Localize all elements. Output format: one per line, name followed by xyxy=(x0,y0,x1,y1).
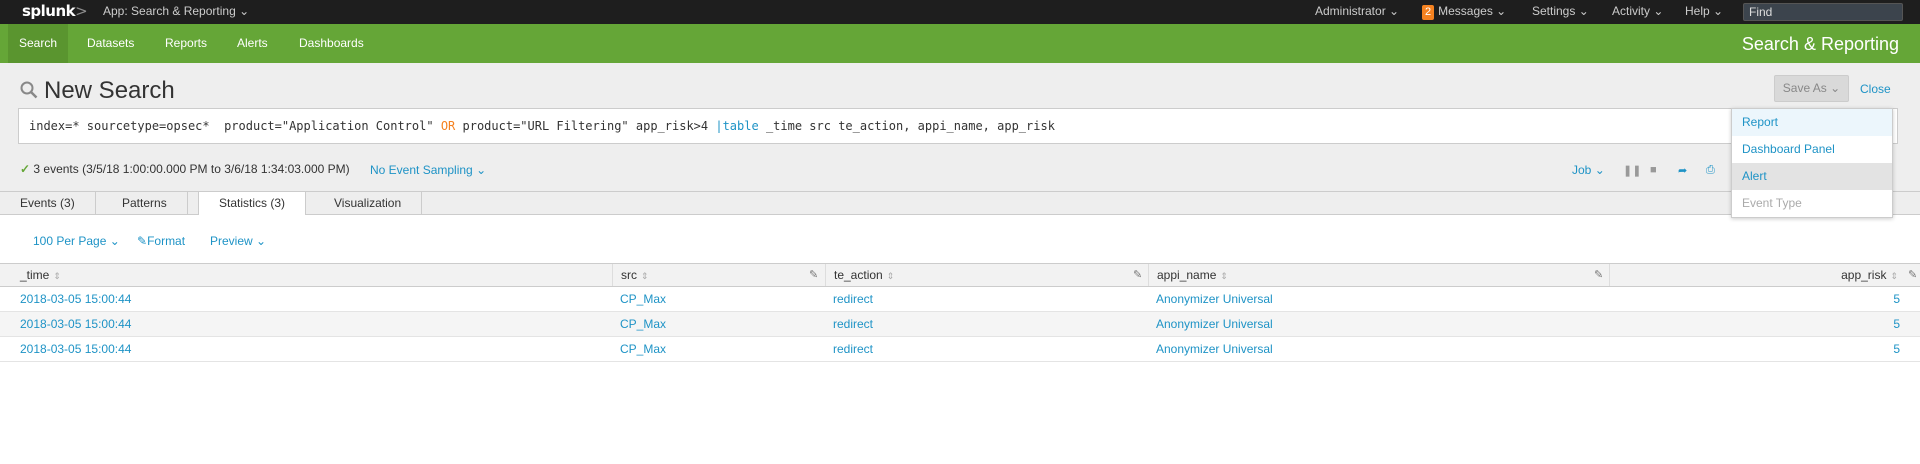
tab-events[interactable]: Events (3) xyxy=(0,192,96,215)
preview-dropdown[interactable]: Preview ⌄ xyxy=(210,234,266,248)
save-as-report[interactable]: Report xyxy=(1732,109,1892,136)
cell-time[interactable]: 2018-03-05 15:00:44 xyxy=(20,287,131,311)
tab-statistics[interactable]: Statistics (3) xyxy=(198,192,307,216)
sort-icon[interactable]: ⇕ xyxy=(887,271,895,281)
job-menu[interactable]: Job ⌄ xyxy=(1572,163,1605,177)
help-menu[interactable]: Help ⌄ xyxy=(1685,4,1723,18)
sort-icon[interactable]: ⇕ xyxy=(1220,271,1228,281)
edit-column-icon[interactable]: ✎ xyxy=(809,264,818,286)
messages-menu[interactable]: 2 Messages ⌄ xyxy=(1422,4,1506,20)
cell-src[interactable]: CP_Max xyxy=(620,287,666,311)
close-button[interactable]: Close xyxy=(1860,82,1891,96)
format-button[interactable]: ✎Format xyxy=(137,234,185,248)
edit-column-icon[interactable]: ✎ xyxy=(1594,264,1603,286)
check-icon: ✓ xyxy=(20,162,31,176)
cell-time[interactable]: 2018-03-05 15:00:44 xyxy=(20,312,131,336)
search-query-input[interactable]: index=* sourcetype=opsec* product="Appli… xyxy=(18,108,1898,144)
app-nav-bar: Search Datasets Reports Alerts Dashboard… xyxy=(0,24,1920,63)
column-header-appi-name[interactable]: appi_name ⇕ ✎ xyxy=(1148,264,1609,286)
cell-appi-name[interactable]: Anonymizer Universal xyxy=(1156,312,1273,336)
nav-reports[interactable]: Reports xyxy=(154,24,218,63)
cell-time[interactable]: 2018-03-05 15:00:44 xyxy=(20,337,131,361)
chevron-down-icon: ⌄ xyxy=(1830,81,1841,95)
cell-app-risk[interactable]: 5 xyxy=(1890,312,1900,336)
search-icon xyxy=(20,81,38,99)
chevron-down-icon: ⌄ xyxy=(109,234,120,248)
settings-menu[interactable]: Settings ⌄ xyxy=(1532,4,1589,18)
page-title-text: New Search xyxy=(44,77,175,104)
tab-patterns[interactable]: Patterns xyxy=(102,192,188,215)
messages-count-badge: 2 xyxy=(1422,5,1435,20)
cell-te-action[interactable]: redirect xyxy=(833,287,873,311)
app-menu[interactable]: App: Search & Reporting ⌄ xyxy=(103,4,249,18)
sort-icon[interactable]: ⇕ xyxy=(53,271,61,281)
column-header-src[interactable]: src ⇕ ✎ xyxy=(612,264,825,286)
tab-visualization[interactable]: Visualization xyxy=(314,192,423,215)
page-title: New Search xyxy=(20,77,175,105)
save-as-button[interactable]: Save As ⌄ xyxy=(1774,75,1849,102)
nav-datasets[interactable]: Datasets xyxy=(76,24,145,63)
results-controls: 100 Per Page ⌄ ✎Format Preview ⌄ xyxy=(0,215,1920,263)
chevron-down-icon: ⌄ xyxy=(1653,4,1664,18)
stop-icon[interactable]: ■ xyxy=(1650,164,1657,176)
print-icon[interactable]: ⎙ xyxy=(1706,164,1715,177)
find-input[interactable]: Find xyxy=(1743,3,1903,21)
cell-appi-name[interactable]: Anonymizer Universal xyxy=(1156,287,1273,311)
table-row: 2018-03-05 15:00:44 CP_Max redirect Anon… xyxy=(0,312,1920,337)
column-header-time[interactable]: _time ⇕ xyxy=(0,264,612,286)
chevron-down-icon: ⌄ xyxy=(239,4,250,18)
table-header: _time ⇕ src ⇕ ✎ te_action ⇕ ✎ appi_name ⇕ ✎ app… xyxy=(0,263,1920,287)
edit-column-icon[interactable]: ✎ xyxy=(1133,264,1142,286)
cell-src[interactable]: CP_Max xyxy=(620,337,666,361)
search-status: ✓ 3 events (3/5/18 1:00:00.000 PM to 3/6… xyxy=(20,162,350,176)
cell-app-risk[interactable]: 5 xyxy=(1890,337,1900,361)
save-as-event-type: Event Type xyxy=(1742,196,1802,210)
nav-search[interactable]: Search xyxy=(8,24,69,63)
save-as-alert[interactable]: Alert xyxy=(1732,163,1892,190)
chevron-down-icon: ⌄ xyxy=(1389,4,1400,18)
cell-te-action[interactable]: redirect xyxy=(833,337,873,361)
splunk-logo[interactable]: splunk> xyxy=(22,2,88,20)
app-title: Search & Reporting xyxy=(1741,34,1899,54)
pause-icon[interactable]: ❚❚ xyxy=(1623,164,1641,177)
event-sampling-dropdown[interactable]: No Event Sampling ⌄ xyxy=(370,163,486,177)
sort-icon[interactable]: ⇕ xyxy=(1890,271,1898,281)
results-tabs: Events (3) Patterns Statistics (3) Visua… xyxy=(0,191,1920,216)
table-row: 2018-03-05 15:00:44 CP_Max redirect Anon… xyxy=(0,337,1920,362)
cell-src[interactable]: CP_Max xyxy=(620,312,666,336)
chevron-down-icon: ⌄ xyxy=(1496,4,1507,18)
activity-menu[interactable]: Activity ⌄ xyxy=(1612,4,1663,18)
sort-icon[interactable]: ⇕ xyxy=(641,271,649,281)
chevron-down-icon: ⌄ xyxy=(1713,4,1724,18)
save-as-menu: Report Dashboard Panel Alert Event Type xyxy=(1731,108,1893,218)
table-row: 2018-03-05 15:00:44 CP_Max redirect Anon… xyxy=(0,287,1920,312)
chevron-down-icon: ⌄ xyxy=(476,163,487,177)
user-menu[interactable]: Administrator ⌄ xyxy=(1315,4,1399,18)
edit-column-icon[interactable]: ✎ xyxy=(1908,264,1917,286)
per-page-dropdown[interactable]: 100 Per Page ⌄ xyxy=(33,234,120,248)
chevron-down-icon: ⌄ xyxy=(1578,4,1589,18)
top-bar: splunk> App: Search & Reporting ⌄ Admini… xyxy=(0,0,1920,24)
save-as-dashboard-panel[interactable]: Dashboard Panel xyxy=(1732,136,1892,163)
results-table: _time ⇕ src ⇕ ✎ te_action ⇕ ✎ appi_name ⇕ ✎ app… xyxy=(0,263,1920,362)
pencil-icon: ✎ xyxy=(137,234,148,248)
search-area: New Search Save As ⌄ Close index=* sourc… xyxy=(0,63,1920,191)
column-header-te-action[interactable]: te_action ⇕ ✎ xyxy=(825,264,1148,286)
nav-alerts[interactable]: Alerts xyxy=(226,24,279,63)
share-icon[interactable]: ➦ xyxy=(1678,164,1687,177)
nav-dashboards[interactable]: Dashboards xyxy=(288,24,375,63)
chevron-down-icon: ⌄ xyxy=(256,234,267,248)
cell-te-action[interactable]: redirect xyxy=(833,312,873,336)
chevron-down-icon: ⌄ xyxy=(1594,163,1605,177)
column-header-app-risk[interactable]: app_risk ⇕ ✎ xyxy=(1609,264,1920,286)
cell-app-risk[interactable]: 5 xyxy=(1890,287,1900,311)
cell-appi-name[interactable]: Anonymizer Universal xyxy=(1156,337,1273,361)
